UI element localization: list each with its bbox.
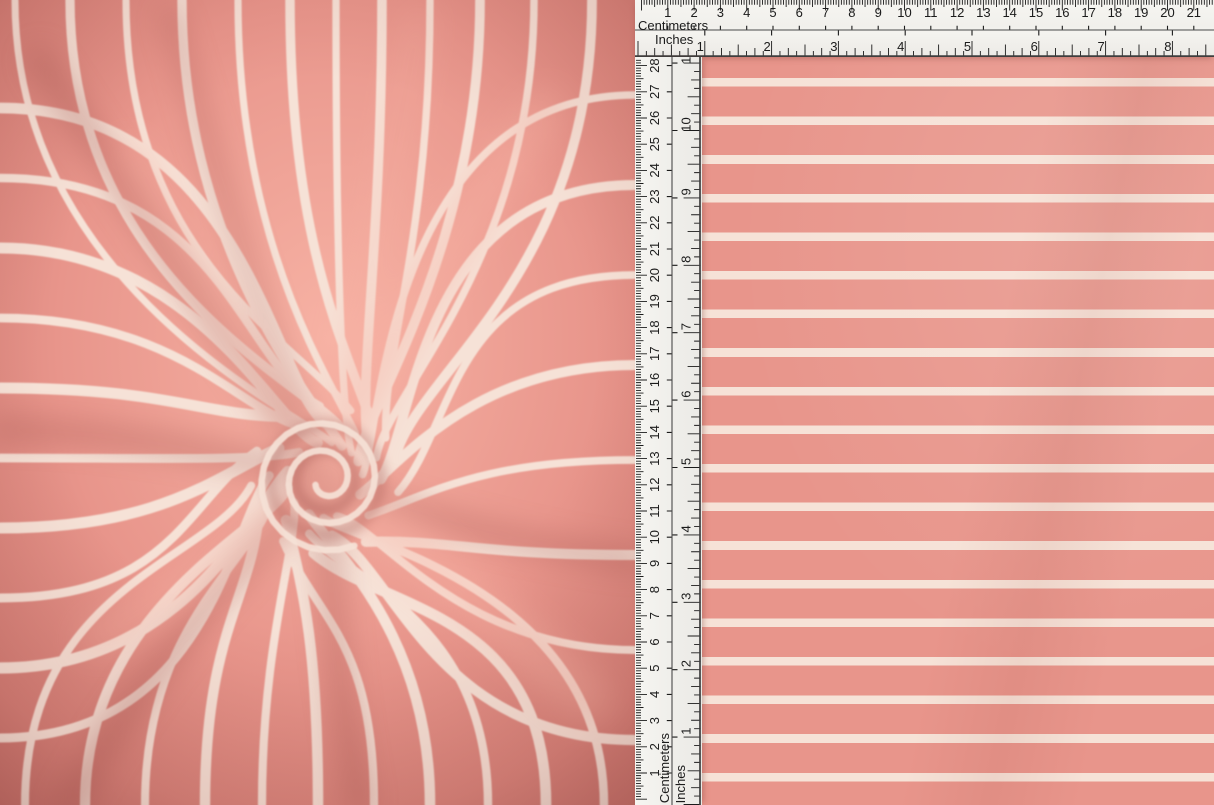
- v-cm-number: 11: [647, 504, 662, 518]
- horizontal-ruler-centimeters-label: Centimeters: [638, 19, 708, 32]
- v-cm-number: 17: [647, 347, 662, 361]
- v-cm-number: 7: [647, 612, 662, 619]
- v-cm-number: 5: [647, 665, 662, 672]
- vertical-ruler-inches-label: Inches: [674, 765, 688, 803]
- vertical-ruler-scale: 2827262524232221201918171615141312111098…: [635, 57, 702, 805]
- v-inch-number: 3: [679, 593, 694, 600]
- v-cm-number: 18: [647, 320, 662, 334]
- v-cm-number: 23: [647, 189, 662, 203]
- v-inch-number: 7: [679, 323, 694, 330]
- h-inch-number: 3: [830, 39, 837, 54]
- v-inch-number: 5: [679, 458, 694, 465]
- h-inch-number: 8: [1164, 39, 1171, 54]
- v-inch-number: 6: [679, 390, 694, 397]
- swirled-fabric-swatch: [0, 0, 635, 805]
- h-inch-number: 5: [964, 39, 971, 54]
- v-cm-number: 6: [647, 638, 662, 645]
- v-cm-number: 20: [647, 268, 662, 282]
- v-cm-number: 25: [647, 137, 662, 151]
- h-inch-tick-comb: [638, 41, 1206, 57]
- fabric-product-photo: 1234567891011121314151617181920211234567…: [0, 0, 1214, 805]
- horizontal-ruler-inches-label: Inches: [655, 33, 693, 46]
- v-cm-number: 13: [647, 451, 662, 465]
- h-inch-number: 4: [897, 39, 904, 54]
- h-inch-unit-ticks: [705, 30, 1173, 36]
- v-inch-number: 1: [679, 727, 694, 734]
- v-cm-number: 9: [647, 560, 662, 567]
- v-inch-tick-comb: [684, 63, 701, 804]
- h-inch-number: 2: [763, 39, 770, 54]
- v-cm-number: 4: [647, 691, 662, 698]
- v-cm-number: 19: [647, 294, 662, 308]
- v-inch-number: 9: [679, 188, 694, 195]
- v-cm-number: 10: [647, 530, 662, 544]
- v-cm-number: 12: [647, 478, 662, 492]
- horizontal-ruler-scale: 1234567891011121314151617181920211234567…: [635, 0, 1214, 57]
- v-cm-number: 26: [647, 111, 662, 125]
- h-inch-number: 6: [1031, 39, 1038, 54]
- flat-fabric-swatch: [635, 0, 1214, 805]
- swirl-fabric-illustration: [0, 0, 635, 805]
- v-cm-tick-comb: [636, 60, 647, 799]
- v-cm-number: 24: [647, 163, 662, 177]
- v-inch-number: 10: [679, 117, 694, 131]
- v-cm-number: 21: [647, 242, 662, 256]
- v-inch-number: 2: [679, 660, 694, 667]
- v-cm-number: 22: [647, 216, 662, 230]
- v-cm-number: 8: [647, 586, 662, 593]
- v-cm-number: 16: [647, 373, 662, 387]
- v-cm-number: 15: [647, 399, 662, 413]
- horizontal-ruler: 1234567891011121314151617181920211234567…: [635, 0, 1214, 57]
- h-inch-number: 1: [697, 39, 704, 54]
- v-inch-number: 8: [679, 256, 694, 263]
- h-inch-number: 7: [1097, 39, 1104, 54]
- v-cm-number: 27: [647, 85, 662, 99]
- h-cm-unit-ticks: [668, 26, 1194, 30]
- v-cm-number: 14: [647, 425, 662, 439]
- v-cm-number: 3: [647, 717, 662, 724]
- vertical-ruler: 2827262524232221201918171615141312111098…: [635, 57, 702, 805]
- v-inch-number: 4: [679, 525, 694, 532]
- vertical-ruler-centimeters-label: Centimeters: [658, 733, 672, 803]
- v-inch-unit-ticks: [672, 63, 678, 737]
- v-cm-unit-ticks: [667, 66, 672, 773]
- v-cm-number: 28: [647, 58, 662, 72]
